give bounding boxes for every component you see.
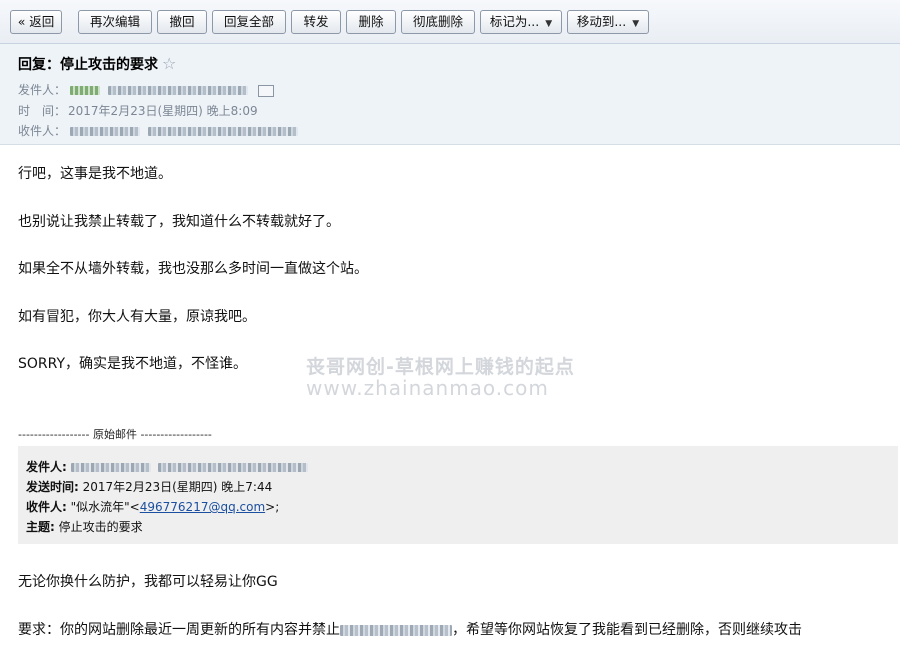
redacted-sender-name — [69, 86, 100, 95]
chevron-down-icon: ▼ — [545, 19, 553, 29]
star-icon[interactable]: ☆ — [162, 54, 176, 73]
original-to-end: >; — [265, 500, 280, 514]
original-to-email-link[interactable]: 496776217@qq.com — [140, 500, 265, 514]
from-row: 发件人： — [18, 81, 274, 98]
watermark-line-1: 丧哥网创-草根网上赚钱的起点 — [306, 356, 575, 378]
back-button[interactable]: « 返回 — [10, 10, 62, 34]
watermark-line-2: www.zhainanmao.com — [306, 376, 549, 400]
body-paragraph-2: 也别说让我禁止转载了，我知道什么不转载就好了。 — [18, 214, 340, 230]
original-from-row: 发件人: — [26, 458, 309, 475]
original-mail-divider: ------------------ 原始邮件 ----------------… — [18, 428, 212, 441]
mail-toolbar: « 返回 再次编辑 撤回 回复全部 转发 删除 彻底删除 标记为... ▼ 移动到… — [0, 0, 900, 44]
redacted-text — [340, 624, 452, 636]
contact-card-icon[interactable] — [257, 84, 274, 97]
mail-subject: 回复：停止攻击的要求 ☆ — [18, 54, 176, 74]
from-label: 发件人： — [18, 83, 67, 97]
mark-as-dropdown[interactable]: 标记为... ▼ — [480, 10, 562, 34]
time-label: 时 间： — [18, 104, 67, 118]
original-sent-row: 发送时间: 2017年2月23日(星期四) 晚上7:44 — [26, 478, 272, 495]
reply-all-button[interactable]: 回复全部 — [212, 10, 286, 34]
delete-permanently-button[interactable]: 彻底删除 — [401, 10, 475, 34]
forward-button[interactable]: 转发 — [291, 10, 341, 34]
redacted-recipient-name — [69, 127, 140, 136]
original-body-paragraph-2: 要求：你的网站删除最近一周更新的所有内容并禁止 ，希望等你网站恢复了我能看到已经删… — [18, 619, 802, 639]
move-to-dropdown[interactable]: 移动到... ▼ — [567, 10, 649, 34]
subject-text: 回复：停止攻击的要求 — [18, 57, 158, 73]
original-body-p2-start: 要求：你的网站删除最近一周更新的所有内容并禁止 — [18, 622, 340, 638]
edit-again-button[interactable]: 再次编辑 — [78, 10, 152, 34]
original-sent-label: 发送时间: — [26, 480, 79, 494]
body-paragraph-3: 如果全不从墙外转载，我也没那么多时间一直做这个站。 — [18, 261, 368, 277]
original-subject-label: 主题: — [26, 520, 55, 534]
time-row: 时 间： 2017年2月23日(星期四) 晚上8:09 — [18, 102, 258, 119]
original-to-row: 收件人: "似水流年"<496776217@qq.com>; — [26, 498, 279, 515]
move-to-label: 移动到... — [576, 14, 627, 29]
original-sent-value: 2017年2月23日(星期四) 晚上7:44 — [82, 480, 273, 494]
undo-send-button[interactable]: 撤回 — [157, 10, 207, 34]
body-paragraph-1: 行吧，这事是我不地道。 — [18, 166, 172, 182]
original-subject-row: 主题: 停止攻击的要求 — [26, 518, 143, 535]
redacted-sender-email — [107, 86, 248, 95]
mark-as-label: 标记为... — [489, 14, 540, 29]
original-from-label: 发件人: — [26, 460, 67, 474]
original-body-paragraph-1: 无论你换什么防护，我都可以轻易让你GG — [18, 574, 278, 590]
original-body-p2-end: ，希望等你网站恢复了我能看到已经删除，否则继续攻击 — [452, 622, 802, 638]
body-paragraph-5: SORRY，确实是我不地道，不怪谁。 — [18, 356, 248, 372]
redacted-original-sender-name — [70, 463, 151, 472]
to-row: 收件人： — [18, 122, 298, 139]
mail-header: 回复：停止攻击的要求 ☆ 发件人： 时 间： 2017年2月23日(星期四) 晚上8… — [0, 44, 900, 145]
original-to-name: "似水流年"< — [70, 500, 140, 514]
to-label: 收件人： — [18, 124, 67, 138]
original-to-label: 收件人: — [26, 500, 67, 514]
redacted-recipient-email — [147, 127, 298, 136]
original-mail-header: 发件人: 发送时间: 2017年2月23日(星期四) 晚上7:44 收件人: "… — [18, 446, 898, 544]
time-value: 2017年2月23日(星期四) 晚上8:09 — [68, 104, 258, 118]
body-paragraph-4: 如有冒犯，你大人有大量，原谅我吧。 — [18, 309, 256, 325]
chevron-down-icon: ▼ — [632, 19, 640, 29]
redacted-original-sender-email — [158, 463, 309, 472]
original-subject-value: 停止攻击的要求 — [58, 520, 143, 534]
delete-button[interactable]: 删除 — [346, 10, 396, 34]
